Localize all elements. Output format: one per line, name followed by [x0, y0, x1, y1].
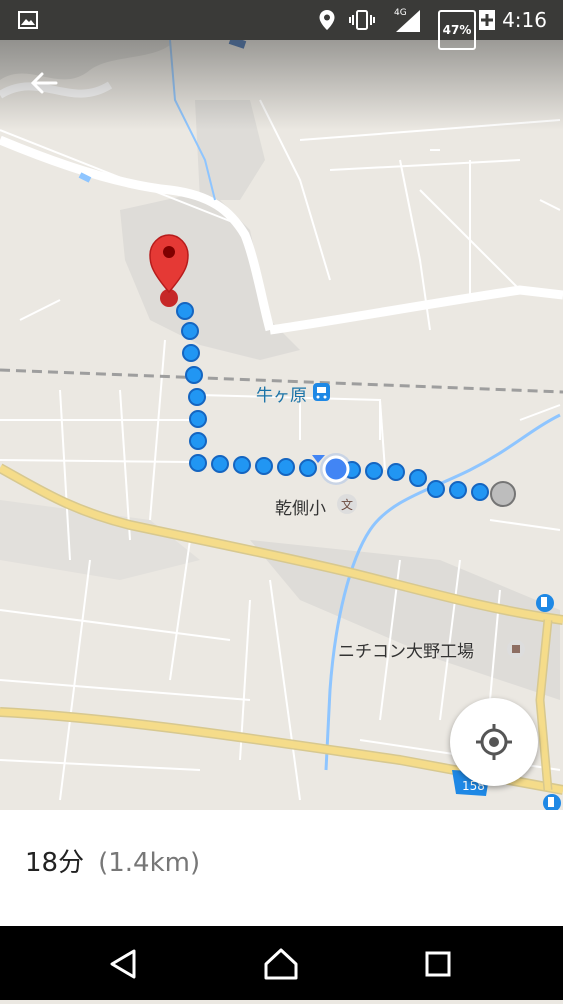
route-dot	[181, 322, 199, 340]
recents-icon	[425, 951, 451, 977]
train-station-icon	[313, 383, 330, 401]
home-icon	[264, 948, 298, 980]
school-label: 乾側小	[275, 499, 326, 519]
charging-plus-icon	[479, 0, 495, 40]
route-dot	[387, 463, 405, 481]
factory-label: ニチコン大野工場	[338, 642, 474, 662]
route-dot	[449, 481, 467, 499]
route-dot	[233, 456, 251, 474]
school-icon-glyph: 文	[341, 497, 353, 512]
map-canvas[interactable]: 158 文	[0, 40, 563, 810]
crosshair-icon	[476, 724, 512, 760]
network-type-label: 4G	[394, 8, 407, 18]
station-label: 牛ヶ原	[256, 386, 307, 406]
route-dot	[365, 462, 383, 480]
image-icon	[18, 0, 38, 40]
water-body	[228, 40, 247, 49]
back-icon	[110, 949, 136, 979]
battery-level: 47%	[442, 23, 472, 37]
route-dot	[176, 302, 194, 320]
route-dot	[182, 344, 200, 362]
battery-icon: 47%	[438, 10, 476, 50]
route-dot	[185, 366, 203, 384]
route-dot	[427, 480, 445, 498]
nav-back-button[interactable]	[95, 926, 155, 1000]
back-button[interactable]	[22, 62, 66, 106]
route-dot	[277, 458, 295, 476]
route-dot	[189, 410, 207, 428]
vibrate-icon	[348, 0, 376, 40]
factory-icon	[507, 640, 525, 658]
gas-station-icon	[536, 594, 554, 612]
route-duration: 18分	[25, 848, 85, 878]
route-dot	[299, 459, 317, 477]
system-nav-bar	[0, 926, 563, 1000]
route-dot	[409, 469, 427, 487]
route-summary: 18分 (1.4km)	[25, 842, 200, 879]
route-dot	[471, 483, 489, 501]
back-arrow-icon	[30, 72, 58, 94]
school-icon: 文	[337, 494, 357, 514]
status-bar: 4G 47% 4:16	[0, 0, 563, 50]
signal-icon: 4G	[392, 0, 424, 40]
route-dot	[255, 457, 273, 475]
route-dot	[189, 432, 207, 450]
map-view[interactable]: 158 文	[0, 40, 563, 810]
route-origin-marker	[490, 481, 516, 507]
nav-recents-button[interactable]	[408, 926, 468, 1000]
route-distance: (1.4km)	[98, 848, 201, 878]
my-location-button[interactable]	[450, 698, 538, 786]
location-icon	[318, 0, 336, 40]
route-dot	[188, 388, 206, 406]
route-dot	[211, 455, 229, 473]
status-time: 4:16	[502, 8, 547, 32]
route-dot	[189, 454, 207, 472]
nav-home-button[interactable]	[251, 926, 311, 1000]
